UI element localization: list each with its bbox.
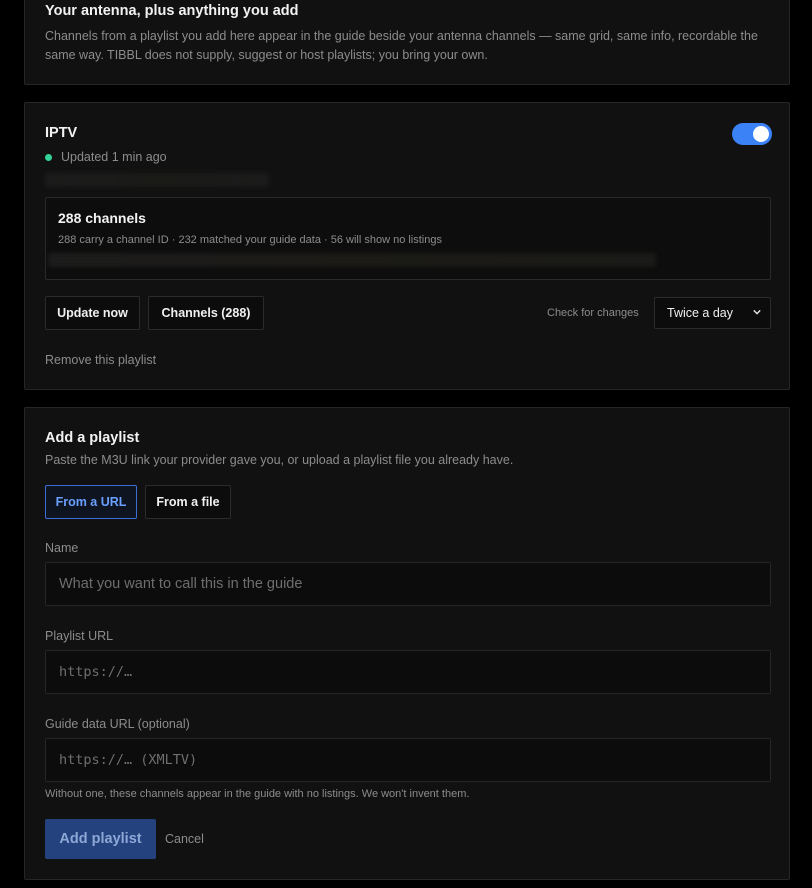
intro-title: Your antenna, plus anything you add [45, 3, 299, 19]
check-frequency-select[interactable]: Twice a day [654, 297, 771, 329]
add-title: Add a playlist [45, 430, 140, 446]
cancel-link[interactable]: Cancel [165, 832, 204, 846]
name-input[interactable]: What you want to call this in the guide [45, 562, 771, 606]
chevron-down-icon [753, 309, 761, 315]
playlist-status: Updated 1 min ago [61, 150, 167, 164]
status-dot-icon [45, 154, 52, 161]
intro-description: Channels from a playlist you add here ap… [45, 29, 758, 62]
redacted-detail [48, 253, 656, 267]
toggle-knob [753, 126, 769, 142]
guide-url-input[interactable]: https://… (XMLTV) [45, 738, 771, 782]
add-playlist-card: Add a playlist Paste the M3U link your p… [24, 407, 790, 880]
playlist-url-input[interactable]: https://… [45, 650, 771, 694]
check-changes-label: Check for changes [547, 307, 639, 319]
update-now-button[interactable]: Update now [45, 296, 140, 330]
channels-summary: 288 channels 288 carry a channel ID · 23… [45, 197, 771, 280]
add-playlist-button[interactable]: Add playlist [45, 819, 156, 859]
playlist-enabled-toggle[interactable] [732, 123, 772, 145]
remove-playlist-link[interactable]: Remove this playlist [45, 353, 156, 367]
tab-from-file[interactable]: From a file [145, 485, 231, 519]
redacted-url [45, 173, 269, 187]
guide-url-hint: Without one, these channels appear in th… [45, 788, 470, 800]
check-frequency-value: Twice a day [667, 306, 734, 320]
guide-url-label: Guide data URL (optional) [45, 717, 190, 731]
tab-from-url[interactable]: From a URL [45, 485, 137, 519]
add-description: Paste the M3U link your provider gave yo… [45, 453, 514, 467]
playlist-name: IPTV [45, 125, 78, 141]
name-label: Name [45, 541, 79, 555]
playlist-url-label: Playlist URL [45, 629, 114, 643]
intro-card: Your antenna, plus anything you add Chan… [24, 0, 790, 85]
channels-button[interactable]: Channels (288) [148, 296, 264, 330]
playlist-card: IPTV Updated 1 min ago 288 channels 288 … [24, 102, 790, 390]
channels-detail: 288 carry a channel ID · 232 matched you… [58, 234, 442, 246]
channels-count: 288 channels [58, 210, 146, 226]
